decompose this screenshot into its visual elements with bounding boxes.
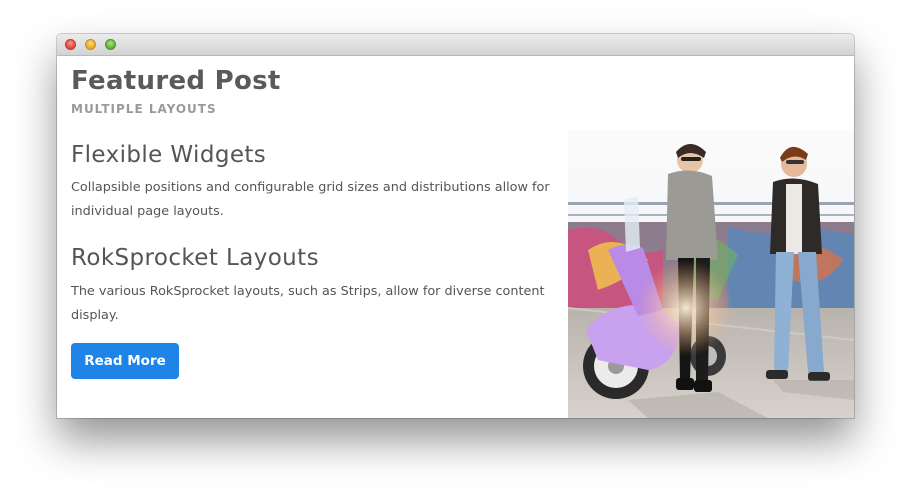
title-bar bbox=[57, 34, 854, 56]
page-title: Featured Post bbox=[71, 66, 281, 96]
section-text-roksprocket-layouts: The various RokSprocket layouts, such as… bbox=[71, 284, 545, 323]
minimize-window-icon[interactable] bbox=[85, 39, 96, 50]
close-window-icon[interactable] bbox=[65, 39, 76, 50]
section-text-flexible-widgets: Collapsible positions and configurable g… bbox=[71, 180, 550, 219]
section-title-flexible-widgets: Flexible Widgets bbox=[71, 142, 267, 168]
read-more-button[interactable]: Read More bbox=[71, 343, 179, 379]
app-window: Featured Post MULTIPLE LAYOUTS Flexible … bbox=[57, 34, 854, 418]
section-title-roksprocket-layouts: RokSprocket Layouts bbox=[71, 245, 319, 271]
featured-image bbox=[568, 130, 854, 418]
maximize-window-icon[interactable] bbox=[105, 39, 116, 50]
featured-post: Featured Post MULTIPLE LAYOUTS Flexible … bbox=[57, 56, 854, 418]
page-subtitle: MULTIPLE LAYOUTS bbox=[71, 102, 217, 116]
